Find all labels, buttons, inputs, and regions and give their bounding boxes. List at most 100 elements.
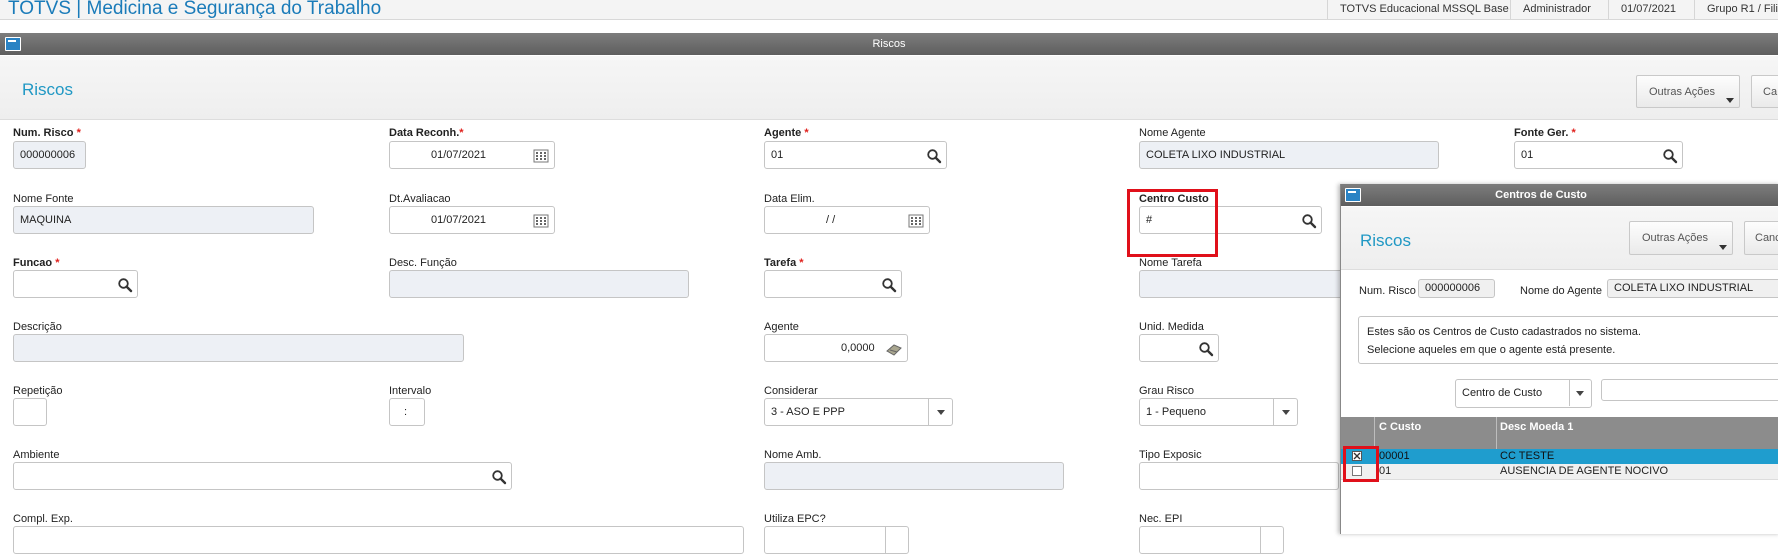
intervalo-label: Intervalo (389, 385, 432, 397)
dialog-num-risco-field[interactable]: 000000006 (1418, 279, 1495, 298)
window-title-bar: Riscos (0, 33, 1778, 55)
agente-label: Agente * (764, 127, 809, 139)
tipo-exposic-field[interactable] (1139, 462, 1339, 490)
search-icon[interactable] (117, 277, 133, 293)
row-desc: CC TESTE (1500, 450, 1555, 462)
page-title: Riscos (22, 80, 74, 99)
dialog-page-title: Riscos (1360, 231, 1412, 250)
dialog-nome-agente-label: Nome do Agente (1520, 285, 1602, 297)
unid-medida-field[interactable] (1139, 334, 1219, 362)
chevron-down-icon (1719, 245, 1727, 250)
dialog-message: Estes são os Centros de Custo cadastrado… (1358, 316, 1778, 364)
top-bar: TOTVS | Medicina e Segurança do Trabalho… (0, 0, 1778, 20)
utiliza-epc-select[interactable] (764, 526, 909, 554)
more-actions-button[interactable]: Outras Ações (1636, 75, 1740, 108)
desc-funcao-field[interactable] (389, 270, 689, 298)
dialog-cancel-button[interactable]: Canc (1744, 221, 1778, 255)
row-desc: AUSENCIA DE AGENTE NOCIVO (1500, 465, 1669, 477)
calendar-icon[interactable] (533, 148, 549, 164)
agente-field[interactable]: 01 (764, 141, 947, 169)
dt-avaliacao-field[interactable]: 01/07/2021 (389, 206, 555, 234)
num-risco-label: Num. Risco * (13, 127, 81, 139)
fonte-ger-field[interactable]: 01 (1514, 141, 1683, 169)
nome-amb-field[interactable] (764, 462, 1064, 490)
dialog-message-line: Estes são os Centros de Custo cadastrado… (1367, 326, 1641, 338)
data-elim-field[interactable]: / / (764, 206, 930, 234)
row-code: 00001 (1379, 450, 1410, 462)
data-elim-label: Data Elim. (764, 193, 815, 205)
considerar-label: Considerar (764, 385, 818, 397)
column-header-c-custo[interactable]: C Custo (1379, 421, 1421, 433)
tarefa-label: Tarefa * (764, 257, 804, 269)
environment-label[interactable]: TOTVS Educacional MSSQL Base (1327, 0, 1521, 19)
dialog-title-bar: Centros de Custo (1341, 184, 1778, 206)
search-icon[interactable] (926, 148, 942, 164)
funcao-field[interactable] (13, 270, 138, 298)
ambiente-field[interactable] (13, 462, 512, 490)
descricao-field[interactable] (13, 334, 464, 362)
agente-qtd-field[interactable]: 0,0000 (764, 334, 908, 362)
nome-amb-label: Nome Amb. (764, 449, 822, 461)
nec-epi-select[interactable] (1139, 526, 1284, 554)
cancel-label: Canc (1755, 232, 1778, 244)
user-label[interactable]: Administrador (1510, 0, 1603, 19)
chevron-down-icon[interactable] (1576, 391, 1584, 396)
compl-exp-label: Compl. Exp. (13, 513, 73, 525)
centro-custo-highlight (1127, 189, 1218, 257)
more-actions-label: Outras Ações (1642, 232, 1709, 244)
chevron-down-icon[interactable] (937, 410, 945, 415)
descricao-label: Descrição (13, 321, 62, 333)
nec-epi-label: Nec. EPI (1139, 513, 1183, 525)
grau-risco-select[interactable]: 1 - Pequeno (1139, 398, 1298, 426)
checkbox-highlight (1343, 446, 1379, 482)
dialog-message-line: Selecione aqueles em que o agente está p… (1367, 344, 1616, 356)
nome-tarefa-field[interactable] (1139, 270, 1349, 298)
agente-qtd-label: Agente (764, 321, 799, 333)
dialog-header: Riscos Outras Ações Canc (1341, 207, 1778, 270)
window-title: Riscos (872, 38, 906, 50)
nome-agente-label: Nome Agente (1139, 127, 1206, 139)
tarefa-field[interactable] (764, 270, 902, 298)
row-code: 01 (1379, 465, 1392, 477)
dt-avaliacao-label: Dt.Avaliacao (389, 193, 451, 205)
table-row[interactable]: 00001 CC TESTE (1341, 449, 1778, 464)
nome-tarefa-label: Nome Tarefa (1139, 257, 1202, 269)
cost-center-dialog: Centros de Custo Riscos Outras Ações Can… (1340, 184, 1778, 534)
dialog-nome-agente-field[interactable]: COLETA LIXO INDUSTRIAL (1607, 279, 1778, 298)
dialog-search-by-select[interactable]: Centro de Custo (1455, 379, 1592, 408)
dialog-search-input[interactable] (1601, 379, 1778, 401)
nome-agente-field[interactable]: COLETA LIXO INDUSTRIAL (1139, 141, 1439, 169)
page-header: Riscos Outras Ações Ca (0, 56, 1778, 120)
calendar-icon[interactable] (533, 213, 549, 229)
tipo-exposic-label: Tipo Exposic (1139, 449, 1202, 461)
nome-fonte-field[interactable]: MAQUINA (13, 206, 314, 234)
branch-label[interactable]: Grupo R1 / Filial Sp (1694, 0, 1778, 19)
search-icon[interactable] (1198, 341, 1214, 357)
funcao-label: Funcao * (13, 257, 60, 269)
utiliza-epc-label: Utiliza EPC? (764, 513, 826, 525)
intervalo-field[interactable]: : (389, 398, 425, 426)
search-icon[interactable] (881, 277, 897, 293)
num-risco-field[interactable]: 000000006 (13, 141, 86, 169)
column-header-desc-moeda[interactable]: Desc Moeda 1 (1500, 421, 1573, 433)
repeticao-field[interactable] (13, 398, 47, 426)
date-label[interactable]: 01/07/2021 (1608, 0, 1688, 19)
table-row[interactable]: 01 AUSENCIA DE AGENTE NOCIVO (1341, 464, 1778, 480)
cancel-button[interactable]: Ca (1751, 75, 1778, 108)
chevron-down-icon (1726, 98, 1734, 103)
chevron-down-icon[interactable] (1282, 410, 1290, 415)
unid-medida-label: Unid. Medida (1139, 321, 1204, 333)
compl-exp-field[interactable] (13, 526, 744, 554)
search-icon[interactable] (1662, 148, 1678, 164)
data-reconh-field[interactable]: 01/07/2021 (389, 141, 555, 169)
dialog-more-actions-button[interactable]: Outras Ações (1629, 221, 1733, 255)
grid-header: C Custo Desc Moeda 1 (1341, 417, 1778, 449)
calculator-icon[interactable] (886, 341, 902, 357)
search-icon[interactable] (1301, 213, 1317, 229)
repeticao-label: Repetição (13, 385, 63, 397)
ambiente-label: Ambiente (13, 449, 60, 461)
search-icon[interactable] (491, 469, 507, 485)
considerar-select[interactable]: 3 - ASO E PPP (764, 398, 953, 426)
calendar-icon[interactable] (908, 213, 924, 229)
data-reconh-label: Data Reconh.* (389, 127, 464, 139)
